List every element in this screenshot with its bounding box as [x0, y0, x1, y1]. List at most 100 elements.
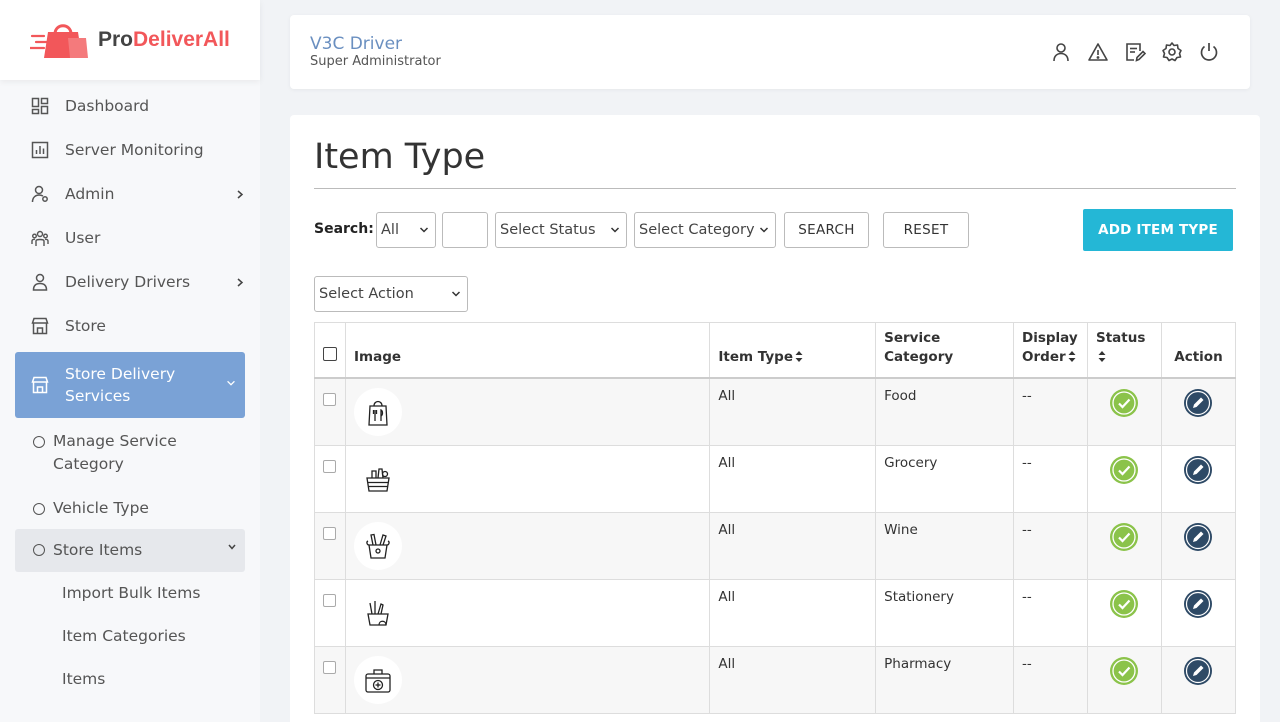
row-action-cell: [1160, 377, 1237, 446]
sidebar-item-label: Admin: [65, 185, 115, 203]
status-select-value: Select Status: [500, 222, 596, 238]
settings-icon[interactable]: [1161, 41, 1183, 63]
chevron-down-icon: [451, 291, 461, 297]
row-checkbox[interactable]: [323, 593, 336, 607]
sidebar-subitem-label: Manage Service Category: [53, 432, 177, 474]
row-status-cell: [1087, 377, 1162, 446]
food-bag-icon: [368, 400, 388, 426]
check-circle-icon[interactable]: [1109, 656, 1139, 686]
row-checkbox[interactable]: [323, 392, 336, 406]
sidebar-item-admin[interactable]: Admin: [0, 172, 260, 216]
sidebar: ProDeliverAll Dashboard Server Monitorin…: [0, 0, 260, 722]
notes-icon[interactable]: [1124, 41, 1146, 63]
table-row: All Pharmacy --: [314, 645, 1237, 714]
select-all-checkbox[interactable]: [323, 346, 337, 361]
search-field-select[interactable]: All: [376, 212, 436, 248]
row-action-cell: [1160, 444, 1237, 513]
pharmacy-kit-icon: [365, 668, 391, 693]
search-field-value: All: [381, 222, 399, 238]
sidebar-leaf-label: Items: [62, 670, 106, 689]
power-icon[interactable]: [1198, 41, 1220, 63]
check-circle-icon[interactable]: [1109, 455, 1139, 485]
row-checkbox[interactable]: [323, 660, 336, 674]
user-name: V3C Driver: [310, 34, 403, 54]
chevron-down-icon: [759, 227, 769, 233]
row-checkbox[interactable]: [323, 526, 336, 540]
col-header-display-order[interactable]: Display Order: [1013, 322, 1088, 378]
sort-icon: [1098, 351, 1106, 363]
sidebar-item-server-monitoring[interactable]: Server Monitoring: [0, 128, 260, 172]
sidebar-leaf-item-categories[interactable]: Item Categories: [0, 615, 260, 658]
col-header-status[interactable]: Status: [1087, 322, 1162, 378]
row-checkbox[interactable]: [323, 459, 336, 473]
row-checkbox-cell: [314, 444, 346, 513]
row-image-cell: [344, 578, 711, 647]
row-display-order: --: [1013, 444, 1088, 513]
sidebar-subitem-store-items[interactable]: Store Items: [15, 528, 245, 572]
sidebar-item-user[interactable]: User: [0, 216, 260, 260]
search-input[interactable]: [442, 212, 488, 248]
edit-icon[interactable]: [1183, 656, 1213, 686]
header-icons: [1050, 41, 1220, 63]
dashboard-icon: [31, 97, 49, 115]
row-image-cell: [344, 444, 711, 513]
item-image: [354, 387, 402, 436]
admin-icon: [31, 185, 48, 203]
bulk-action-select[interactable]: Select Action: [314, 276, 468, 312]
sidebar-leaf-items[interactable]: Items: [0, 658, 260, 701]
sidebar-item-label: Delivery Drivers: [65, 273, 191, 291]
add-item-type-button[interactable]: ADD ITEM TYPE: [1083, 209, 1233, 251]
chevron-right-icon: [237, 190, 244, 199]
sidebar-item-label: Store: [65, 317, 106, 335]
sidebar-subitem-label: Vehicle Type: [53, 498, 149, 517]
item-type-table: Image Item Type Service Category Display…: [314, 322, 1237, 714]
sidebar-subitem-manage-service-category[interactable]: Manage Service Category: [0, 430, 260, 477]
edit-icon[interactable]: [1183, 522, 1213, 552]
alert-icon[interactable]: [1087, 41, 1109, 63]
circle-icon: [33, 544, 45, 557]
sidebar-nav: Dashboard Server Monitoring Admin User D…: [0, 80, 260, 701]
sidebar-item-label: User: [65, 229, 101, 247]
brand-rest-text: DeliverAll: [133, 28, 230, 51]
row-item-type: All: [709, 444, 877, 513]
col-header-display-label: Display: [1022, 329, 1078, 346]
sidebar-item-delivery-drivers[interactable]: Delivery Drivers: [0, 260, 260, 304]
sidebar-item-store-delivery-services[interactable]: Store Delivery Services: [15, 352, 245, 418]
row-service-category: Food: [875, 377, 1015, 446]
brand-name: ProDeliverAll: [98, 28, 230, 52]
table-header-row: Image Item Type Service Category Display…: [314, 322, 1237, 378]
reset-button[interactable]: RESET: [883, 212, 969, 248]
edit-icon[interactable]: [1183, 388, 1213, 418]
edit-icon[interactable]: [1183, 455, 1213, 485]
circle-icon: [33, 436, 45, 448]
row-checkbox-cell: [314, 645, 346, 714]
table-row: All Stationery --: [314, 578, 1237, 647]
sidebar-leaf-import-bulk-items[interactable]: Import Bulk Items: [0, 572, 260, 615]
stationery-basket-icon: [367, 600, 389, 626]
row-checkbox-cell: [314, 578, 346, 647]
store-icon: [31, 376, 49, 394]
main-content: Item Type Search: All Select Status Sele…: [290, 115, 1260, 722]
brand-logo[interactable]: ProDeliverAll: [0, 0, 260, 80]
top-header: V3C Driver Super Administrator: [290, 15, 1250, 89]
row-service-category: Grocery: [875, 444, 1015, 513]
sidebar-subitem-vehicle-type[interactable]: Vehicle Type: [0, 497, 260, 520]
row-status-cell: [1087, 444, 1162, 513]
edit-icon[interactable]: [1183, 589, 1213, 619]
title-divider: [314, 188, 1236, 189]
status-select[interactable]: Select Status: [495, 212, 627, 248]
row-status-cell: [1087, 511, 1162, 580]
category-select[interactable]: Select Category: [634, 212, 776, 248]
check-circle-icon[interactable]: [1109, 589, 1139, 619]
check-circle-icon[interactable]: [1109, 522, 1139, 552]
users-icon: [31, 230, 49, 246]
row-display-order: --: [1013, 578, 1088, 647]
store-icon: [31, 317, 49, 335]
check-circle-icon[interactable]: [1109, 388, 1139, 418]
search-button[interactable]: SEARCH: [784, 212, 869, 248]
col-header-item-type[interactable]: Item Type: [709, 322, 877, 378]
user-icon[interactable]: [1050, 41, 1072, 63]
col-header-order-label: Order: [1022, 348, 1066, 365]
sidebar-item-store[interactable]: Store: [0, 304, 260, 348]
sidebar-item-dashboard[interactable]: Dashboard: [0, 84, 260, 128]
